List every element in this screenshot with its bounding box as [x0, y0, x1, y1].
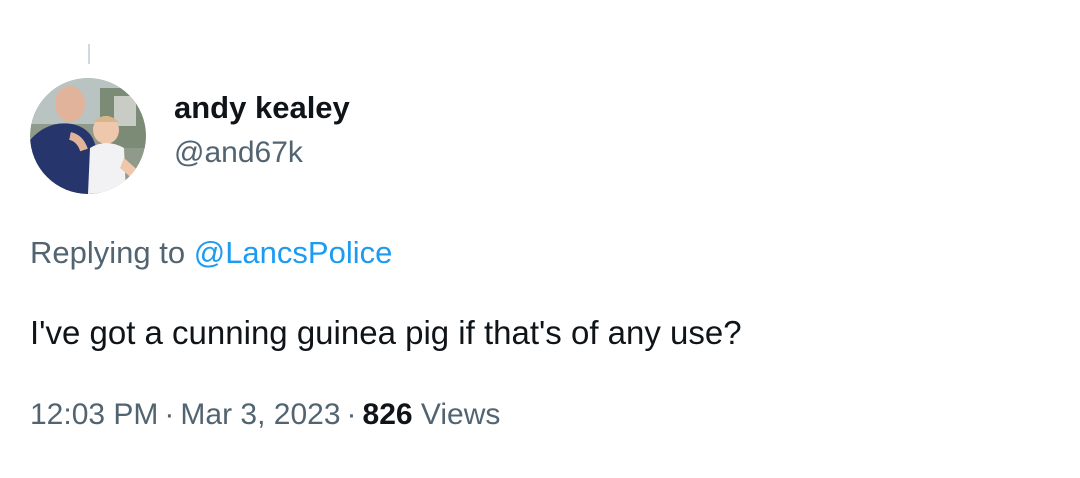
- views-label: Views: [420, 398, 501, 431]
- replying-to-line: Replying to @LancsPolice: [30, 232, 392, 274]
- tweet-card[interactable]: andy kealey @and67k Replying to @LancsPo…: [0, 0, 1080, 478]
- tweet-time-link[interactable]: 12:03 PM: [30, 398, 158, 431]
- meta-separator: ·: [164, 398, 175, 431]
- tweet-meta: 12:03 PM · Mar 3, 2023 · 826 Views: [30, 394, 500, 436]
- replying-to-label: Replying to: [30, 235, 186, 270]
- author-display-name[interactable]: andy kealey: [174, 88, 350, 128]
- meta-separator: ·: [346, 398, 357, 431]
- avatar[interactable]: [30, 78, 146, 194]
- author-handle[interactable]: @and67k: [174, 134, 350, 172]
- tweet-text: I've got a cunning guinea pig if that's …: [30, 314, 742, 351]
- tweet-date-link[interactable]: Mar 3, 2023: [180, 398, 340, 431]
- thread-connector-line: [88, 44, 90, 64]
- profile-photo-icon: [30, 78, 146, 194]
- replying-to-mention-link[interactable]: @LancsPolice: [194, 235, 393, 270]
- views-count: 826: [362, 398, 413, 431]
- author-info: andy kealey @and67k: [174, 88, 350, 172]
